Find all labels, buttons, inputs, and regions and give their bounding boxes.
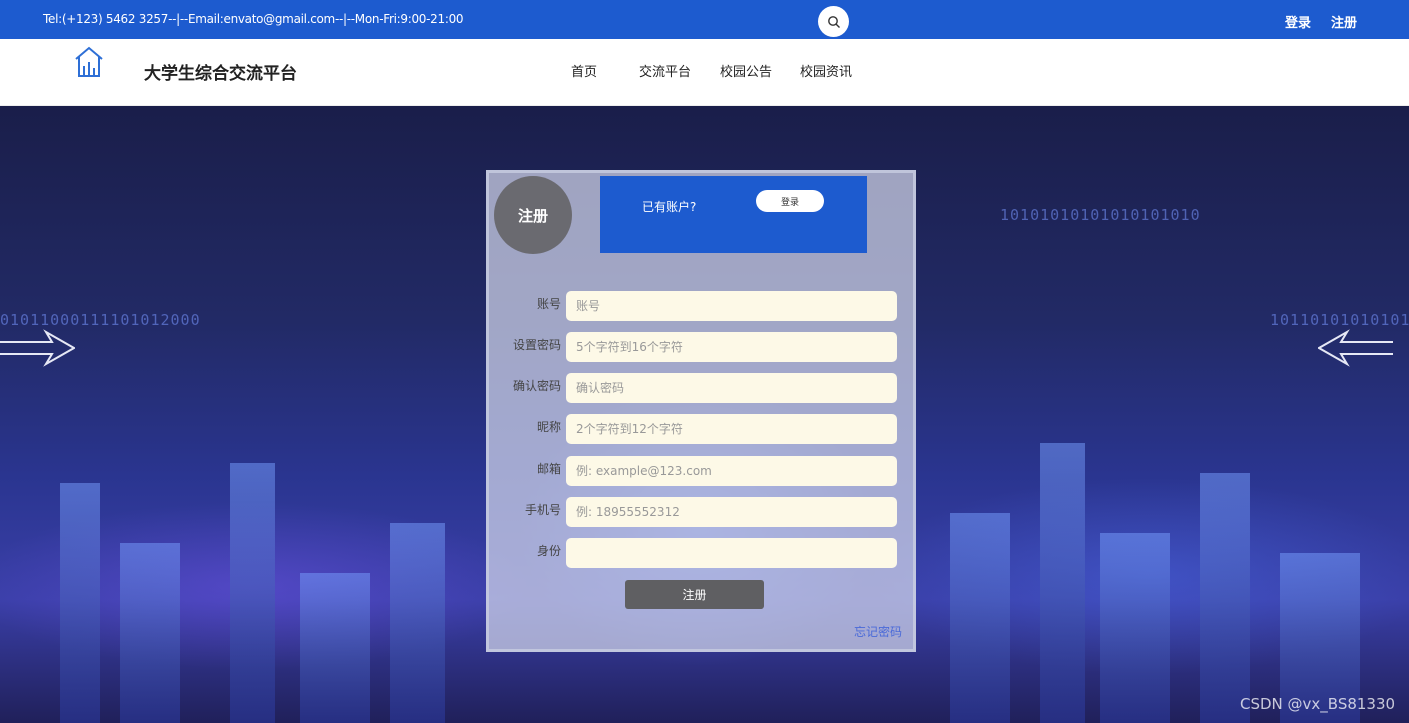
register-submit-button[interactable]: 注册 [625, 580, 764, 609]
nav-item-news[interactable]: 校园资讯 [800, 61, 852, 80]
binary-stream-left: 01011000111101012000 [0, 311, 201, 329]
identity-label: 身份 [536, 544, 561, 558]
nav-item-announcements[interactable]: 校园公告 [720, 61, 772, 80]
search-button[interactable] [818, 6, 849, 37]
city-building [60, 483, 100, 723]
site-title: 大学生综合交流平台 [144, 64, 297, 84]
top-login-link[interactable]: 登录 [1285, 12, 1311, 31]
city-building [230, 463, 275, 723]
forgot-password-link[interactable]: 忘记密码 [854, 623, 902, 640]
city-building [1200, 473, 1250, 723]
form-row-account: 账号 [489, 291, 919, 321]
form-row-password: 设置密码 [489, 332, 919, 362]
watermark: CSDN @vx_BS81330 [1240, 695, 1396, 713]
identity-input[interactable] [566, 538, 897, 568]
form-row-confirm-password: 确认密码 [489, 373, 919, 403]
nav-bar: 大学生综合交流平台 首页 交流平台 校园公告 校园资讯 [0, 39, 1409, 106]
top-register-link[interactable]: 注册 [1331, 12, 1357, 31]
city-building [300, 573, 370, 723]
arrow-right-icon[interactable] [0, 328, 75, 368]
nickname-input[interactable] [566, 414, 897, 444]
city-building [390, 523, 445, 723]
city-building [120, 543, 180, 723]
contact-info: Tel:(+123) 5462 3257--|--Email:envato@gm… [43, 12, 464, 26]
password-label: 设置密码 [512, 338, 561, 352]
arrow-left-icon[interactable] [1318, 328, 1393, 368]
account-question: 已有账户? [642, 200, 697, 214]
form-row-nickname: 昵称 [489, 414, 919, 444]
city-building [1100, 533, 1170, 723]
form-row-email: 邮箱 [489, 456, 919, 486]
nav-item-exchange[interactable]: 交流平台 [639, 61, 691, 80]
register-badge: 注册 [494, 176, 572, 254]
nickname-label: 昵称 [536, 420, 561, 434]
nav-item-home[interactable]: 首页 [571, 61, 597, 80]
city-building [950, 513, 1010, 723]
login-button[interactable]: 登录 [756, 190, 824, 212]
binary-stream-right-2: 1011010101010101 [1270, 311, 1409, 329]
top-bar: Tel:(+123) 5462 3257--|--Email:envato@gm… [0, 0, 1409, 39]
city-building [1040, 443, 1085, 723]
confirm-password-input[interactable] [566, 373, 897, 403]
home-building-icon[interactable] [73, 45, 105, 79]
account-input[interactable] [566, 291, 897, 321]
binary-stream-right: 10101010101010101010 [1000, 206, 1201, 224]
existing-account-box: 已有账户? 登录 [600, 176, 867, 253]
email-input[interactable] [566, 456, 897, 486]
phone-label: 手机号 [524, 503, 561, 517]
account-label: 账号 [536, 297, 561, 311]
register-panel: 注册 已有账户? 登录 账号 设置密码 确认密码 昵称 邮箱 手机号 身份 注册… [486, 170, 916, 652]
password-input[interactable] [566, 332, 897, 362]
confirm-password-label: 确认密码 [512, 379, 561, 393]
form-row-identity: 身份 [489, 538, 919, 568]
search-icon [827, 15, 840, 28]
email-label: 邮箱 [536, 462, 561, 476]
form-row-phone: 手机号 [489, 497, 919, 527]
phone-input[interactable] [566, 497, 897, 527]
